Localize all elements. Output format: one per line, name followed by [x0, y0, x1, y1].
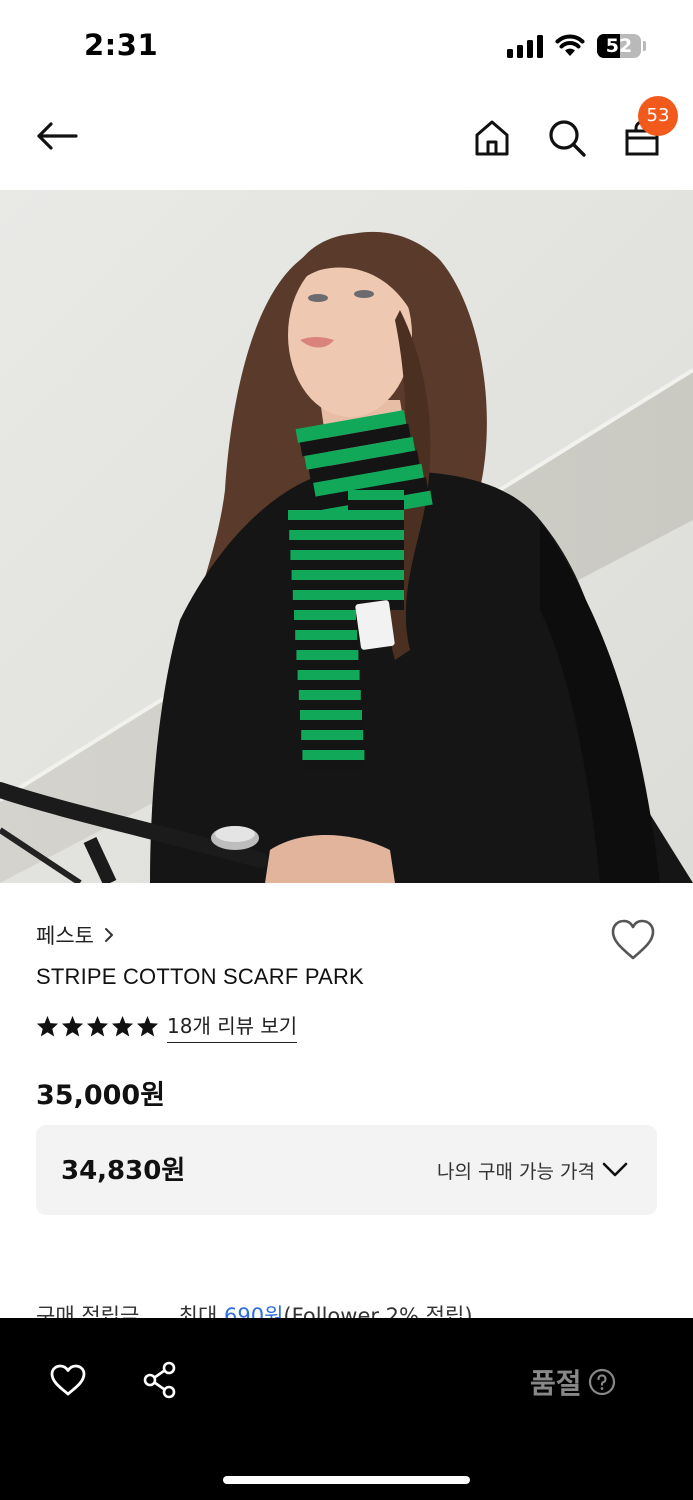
product-name: STRIPE COTTON SCARF PARK: [36, 964, 364, 989]
sold-out-status: 품절: [530, 1362, 616, 1402]
search-button[interactable]: [543, 114, 591, 162]
price-member: 34,830원: [61, 1156, 186, 1186]
star-icon: [36, 1015, 59, 1037]
product-image[interactable]: [0, 190, 693, 883]
rating-row: 18개 리뷰 보기: [36, 1010, 298, 1043]
home-indicator: [223, 1476, 470, 1484]
battery-icon: 52: [597, 34, 641, 58]
share-button[interactable]: [138, 1358, 182, 1402]
home-button[interactable]: [468, 114, 516, 162]
battery-cap: [643, 41, 646, 51]
heart-outline-icon: [50, 1364, 86, 1396]
price-original: 35,000원: [36, 1080, 166, 1111]
heart-outline-icon: [611, 919, 655, 960]
cart-count-badge: 53: [638, 96, 678, 136]
view-reviews-link[interactable]: 18개 리뷰 보기: [167, 1010, 298, 1043]
share-icon: [143, 1361, 176, 1399]
star-icon: [61, 1015, 84, 1037]
cellular-signal-icon: [507, 34, 543, 58]
star-icon: [86, 1015, 109, 1037]
bottom-wishlist-button[interactable]: [46, 1358, 90, 1402]
my-price-label: 나의 구매 가능 가격: [437, 1161, 595, 1183]
chevron-down-icon: [602, 1162, 628, 1177]
status-bar: 2:31 52: [0, 0, 693, 90]
home-icon: [475, 120, 509, 156]
my-price-dropdown[interactable]: 34,830원 나의 구매 가능 가격: [36, 1125, 657, 1215]
bottom-action-bar: 품절: [0, 1318, 693, 1500]
rating-stars: [36, 1015, 159, 1037]
star-icon: [136, 1015, 159, 1037]
arrow-left-icon: [37, 122, 78, 150]
battery-level: 52: [605, 35, 633, 57]
star-icon: [111, 1015, 134, 1037]
wishlist-button[interactable]: [610, 918, 656, 962]
question-circle-icon[interactable]: [588, 1368, 616, 1396]
chevron-right-icon: [104, 928, 113, 942]
brand-name: 페스토: [36, 924, 94, 948]
back-button[interactable]: [33, 112, 81, 160]
brand-link[interactable]: 페스토: [36, 920, 114, 950]
search-icon: [549, 120, 586, 157]
top-nav: [0, 90, 693, 190]
sold-out-label: 품절: [530, 1367, 582, 1400]
product-photo: [0, 190, 693, 883]
status-time: 2:31: [84, 28, 159, 62]
wifi-icon: [555, 34, 585, 56]
